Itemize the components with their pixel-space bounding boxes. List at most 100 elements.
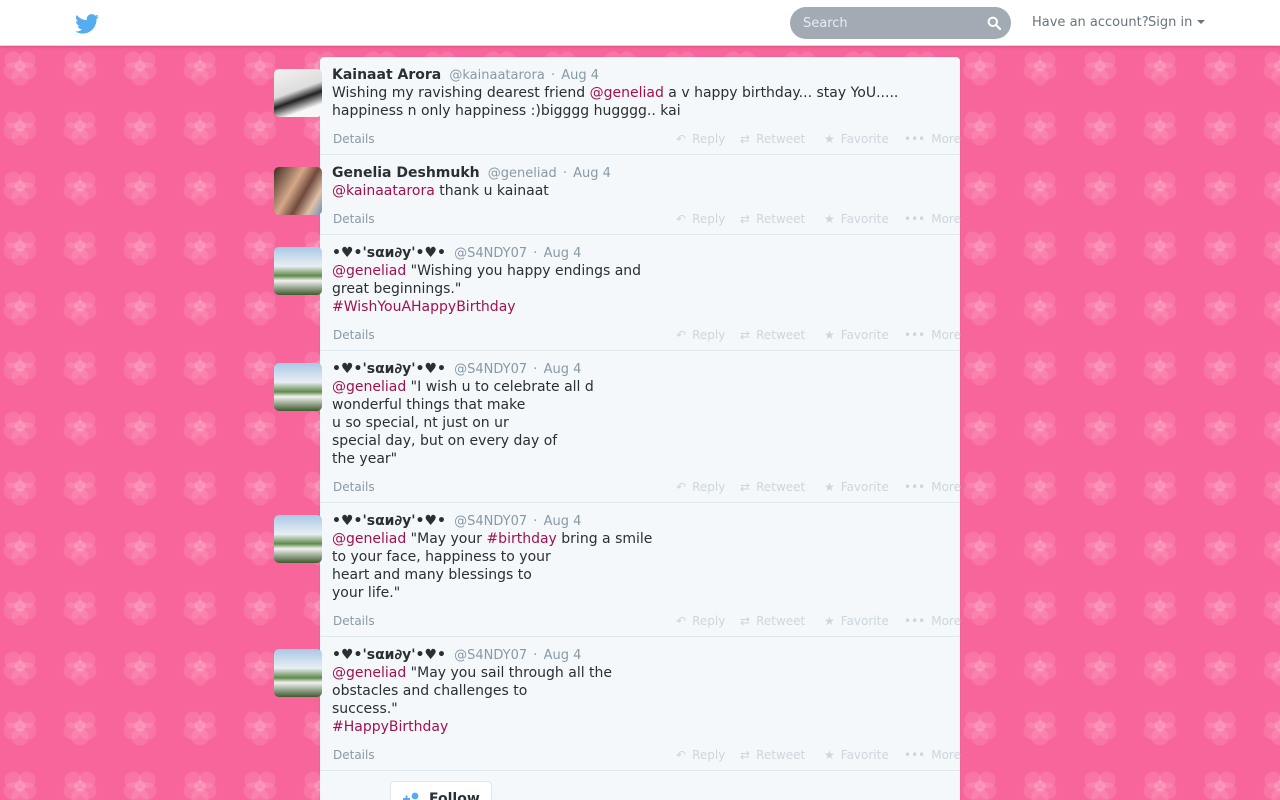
retweet-button[interactable]: ⇄ Retweet <box>740 480 805 494</box>
sign-in-label[interactable]: Sign in <box>1148 15 1192 30</box>
tweet-link[interactable]: @geneliad <box>590 85 664 101</box>
more-button[interactable]: ••• More <box>904 614 961 628</box>
reply-button[interactable]: ↶ Reply <box>676 748 725 762</box>
favorite-button[interactable]: ★ Favorite <box>824 212 889 226</box>
favorite-button[interactable]: ★ Favorite <box>824 614 889 628</box>
details-link[interactable]: Details <box>333 328 375 342</box>
tweet-actions: Details ↶ Reply ⇄ Retweet ★ Favorite ••• Mor… <box>332 474 961 502</box>
tweet-timestamp[interactable]: Aug 4 <box>544 648 582 663</box>
retweet-button[interactable]: ⇄ Retweet <box>740 132 805 146</box>
tweet[interactable]: •♥•'ѕαи∂у'•♥• @S4NDY07 · Aug 4 @geneliad… <box>274 235 961 351</box>
favorite-button[interactable]: ★ Favorite <box>824 132 889 146</box>
retweet-icon: ⇄ <box>740 480 751 494</box>
ellipsis-icon: ••• <box>904 480 926 494</box>
star-icon: ★ <box>824 212 835 226</box>
retweet-button[interactable]: ⇄ Retweet <box>740 614 805 628</box>
tweet-fullname[interactable]: •♥•'ѕαи∂у'•♥• <box>332 245 446 261</box>
star-icon: ★ <box>824 614 835 628</box>
tweet-fullname[interactable]: Kainaat Arora <box>332 67 441 83</box>
favorite-button[interactable]: ★ Favorite <box>824 480 889 494</box>
tweet-timestamp[interactable]: Aug 4 <box>573 166 611 181</box>
tweet[interactable]: Kainaat Arora @kainaatarora · Aug 4 Wish… <box>274 57 961 155</box>
search-icon[interactable] <box>987 16 1001 30</box>
tweet-link[interactable]: #birthday <box>486 531 556 547</box>
reply-button[interactable]: ↶ Reply <box>676 480 725 494</box>
reply-label: Reply <box>692 480 726 494</box>
ellipsis-icon: ••• <box>904 614 926 628</box>
tweet-username[interactable]: @S4NDY07 <box>454 362 527 377</box>
tweet-username[interactable]: @S4NDY07 <box>454 648 527 663</box>
more-button[interactable]: ••• More <box>904 748 961 762</box>
twitter-bird-icon[interactable] <box>75 14 99 34</box>
reply-button[interactable]: ↶ Reply <box>676 212 725 226</box>
caret-down-icon[interactable] <box>1197 20 1206 24</box>
more-button[interactable]: ••• More <box>904 480 961 494</box>
retweet-icon: ⇄ <box>740 132 751 146</box>
tweet[interactable]: •♥•'ѕαи∂у'•♥• @S4NDY07 · Aug 4 @geneliad… <box>274 637 961 771</box>
retweet-icon: ⇄ <box>740 212 751 226</box>
tweet-fullname[interactable]: •♥•'ѕαи∂у'•♥• <box>332 361 446 377</box>
details-link[interactable]: Details <box>333 132 375 146</box>
reply-button[interactable]: ↶ Reply <box>676 132 725 146</box>
follow-button[interactable]: Follow <box>390 781 492 800</box>
details-link[interactable]: Details <box>333 480 375 494</box>
tweet-link[interactable]: @kainaatarora <box>332 183 435 199</box>
details-link[interactable]: Details <box>333 614 375 628</box>
tweet-link[interactable]: @geneliad <box>332 263 406 279</box>
search-box[interactable] <box>790 7 1011 39</box>
avatar[interactable] <box>274 649 322 697</box>
retweet-label: Retweet <box>756 328 806 342</box>
tweet[interactable]: •♥•'ѕαи∂у'•♥• @S4NDY07 · Aug 4 @geneliad… <box>274 351 961 503</box>
favorite-button[interactable]: ★ Favorite <box>824 748 889 762</box>
star-icon: ★ <box>824 748 835 762</box>
avatar[interactable] <box>274 69 322 117</box>
tweet-timestamp[interactable]: Aug 4 <box>561 68 599 83</box>
tweet-link[interactable]: #WishYouAHappyBirthday <box>332 299 516 315</box>
reply-label: Reply <box>692 328 726 342</box>
tweet-timestamp[interactable]: Aug 4 <box>544 246 582 261</box>
tweet-username[interactable]: @kainaatarora <box>449 68 544 83</box>
tweet-fullname[interactable]: •♥•'ѕαи∂у'•♥• <box>332 513 446 529</box>
details-link[interactable]: Details <box>333 748 375 762</box>
tweet-text: @geneliad "May your #birthday bring a sm… <box>332 530 960 602</box>
tweet-username[interactable]: @geneliad <box>488 166 557 181</box>
tweet[interactable]: Genelia Deshmukh @geneliad · Aug 4 @kain… <box>274 155 961 235</box>
retweet-label: Retweet <box>756 212 806 226</box>
retweet-button[interactable]: ⇄ Retweet <box>740 328 805 342</box>
favorite-button[interactable]: ★ Favorite <box>824 328 889 342</box>
tweet-timestamp[interactable]: Aug 4 <box>544 362 582 377</box>
avatar[interactable] <box>274 247 322 295</box>
tweet-timestamp[interactable]: Aug 4 <box>544 514 582 529</box>
retweet-label: Retweet <box>756 748 806 762</box>
more-button[interactable]: ••• More <box>904 212 961 226</box>
tweet-link[interactable]: #HappyBirthday <box>332 719 448 735</box>
tweet-link[interactable]: @geneliad <box>332 665 406 681</box>
tweet-username[interactable]: @S4NDY07 <box>454 246 527 261</box>
avatar[interactable] <box>274 167 322 215</box>
tweet-link[interactable]: @geneliad <box>332 531 406 547</box>
more-label: More <box>931 614 961 628</box>
reply-button[interactable]: ↶ Reply <box>676 328 725 342</box>
more-button[interactable]: ••• More <box>904 132 961 146</box>
tweet-username[interactable]: @S4NDY07 <box>454 514 527 529</box>
avatar[interactable] <box>274 363 322 411</box>
ellipsis-icon: ••• <box>904 748 926 762</box>
more-button[interactable]: ••• More <box>904 328 961 342</box>
tweet-actions: Details ↶ Reply ⇄ Retweet ★ Favorite ••• Mor… <box>332 742 961 770</box>
search-input[interactable] <box>790 7 980 39</box>
tweet-fullname[interactable]: •♥•'ѕαи∂у'•♥• <box>332 647 446 663</box>
timeline: Kainaat Arora @kainaatarora · Aug 4 Wish… <box>274 57 961 800</box>
star-icon: ★ <box>824 328 835 342</box>
avatar[interactable] <box>274 515 322 563</box>
reply-button[interactable]: ↶ Reply <box>676 614 725 628</box>
retweet-button[interactable]: ⇄ Retweet <box>740 212 805 226</box>
follow-label[interactable]: Follow <box>429 791 480 800</box>
retweet-label: Retweet <box>756 614 806 628</box>
retweet-button[interactable]: ⇄ Retweet <box>740 748 805 762</box>
tweet-link[interactable]: @geneliad <box>332 379 406 395</box>
tweet-actions: Details ↶ Reply ⇄ Retweet ★ Favorite ••• Mor… <box>332 608 961 636</box>
sign-in-button[interactable]: Sign in <box>1148 15 1206 30</box>
tweet[interactable]: •♥•'ѕαи∂у'•♥• @S4NDY07 · Aug 4 @geneliad… <box>274 503 961 637</box>
details-link[interactable]: Details <box>333 212 375 226</box>
tweet-fullname[interactable]: Genelia Deshmukh <box>332 165 480 181</box>
